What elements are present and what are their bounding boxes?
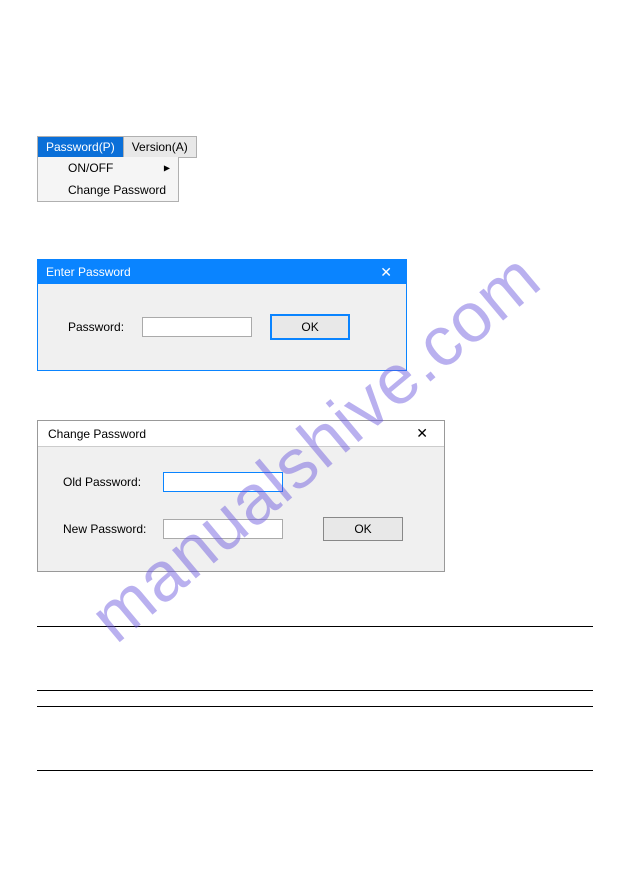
close-icon[interactable]: ✕ xyxy=(374,264,398,281)
tab-version[interactable]: Version(A) xyxy=(124,137,196,157)
old-password-label: Old Password: xyxy=(63,475,163,489)
divider-line xyxy=(37,626,593,627)
divider-line xyxy=(37,770,593,771)
password-input[interactable] xyxy=(142,317,252,337)
old-password-row: Old Password: xyxy=(63,472,419,492)
change-password-titlebar: Change Password ✕ xyxy=(38,421,444,447)
tab-password[interactable]: Password(P) xyxy=(38,137,124,157)
enter-password-body: Password: OK xyxy=(38,284,406,370)
close-icon[interactable]: ✕ xyxy=(410,425,434,442)
menu-item-onoff-label: ON/OFF xyxy=(68,161,113,175)
ok-button[interactable]: OK xyxy=(323,517,403,541)
change-password-body: Old Password: New Password: OK xyxy=(38,447,444,571)
divider-line xyxy=(37,706,593,707)
password-dropdown: ON/OFF ▶ Change Password xyxy=(37,157,179,202)
menu-item-onoff[interactable]: ON/OFF ▶ xyxy=(38,157,178,179)
ok-button[interactable]: OK xyxy=(270,314,350,340)
submenu-arrow-icon: ▶ xyxy=(164,164,170,173)
new-password-label: New Password: xyxy=(63,522,163,536)
change-password-title: Change Password xyxy=(48,427,146,441)
enter-password-titlebar: Enter Password ✕ xyxy=(38,260,406,284)
password-label: Password: xyxy=(68,320,124,334)
new-password-row: New Password: OK xyxy=(63,517,419,541)
menu-strip: Password(P) Version(A) xyxy=(37,136,197,158)
change-password-dialog: Change Password ✕ Old Password: New Pass… xyxy=(37,420,445,572)
enter-password-title: Enter Password xyxy=(46,265,131,279)
enter-password-dialog: Enter Password ✕ Password: OK xyxy=(37,259,407,371)
divider-line xyxy=(37,690,593,691)
new-password-input[interactable] xyxy=(163,519,283,539)
menu-item-change-password[interactable]: Change Password xyxy=(38,179,178,201)
old-password-input[interactable] xyxy=(163,472,283,492)
